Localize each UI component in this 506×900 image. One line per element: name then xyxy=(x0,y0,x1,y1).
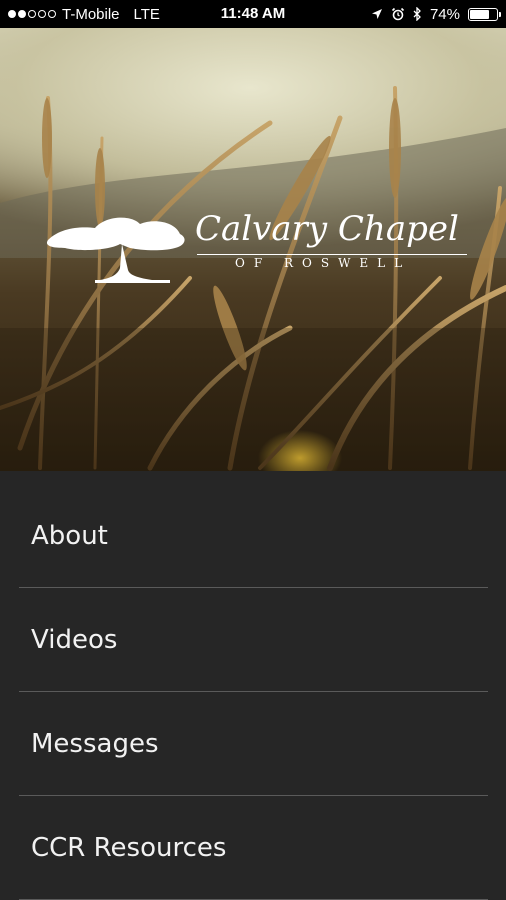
network-type: LTE xyxy=(133,5,160,23)
location-arrow-icon xyxy=(371,9,382,19)
menu-item-videos[interactable]: Videos xyxy=(19,588,488,692)
alarm-clock-icon xyxy=(391,7,405,21)
menu-item-ccr-resources[interactable]: CCR Resources xyxy=(19,796,488,900)
menu-item-label: About xyxy=(31,521,108,551)
hero-banner: Calvary Chapel OF ROSWELL xyxy=(0,28,506,471)
logo-subtitle: OF ROSWELL xyxy=(235,256,412,270)
status-bar: T-Mobile LTE 11:48 AM 74% xyxy=(0,0,506,28)
menu-item-label: Messages xyxy=(31,729,159,759)
battery-percentage: 74% xyxy=(429,5,460,23)
logo-title: Calvary Chapel xyxy=(195,209,459,249)
bluetooth-icon xyxy=(413,7,421,21)
signal-strength-icon xyxy=(8,10,56,18)
menu-item-label: Videos xyxy=(31,625,118,655)
menu-item-messages[interactable]: Messages xyxy=(19,692,488,796)
main-menu: About Videos Messages CCR Resources xyxy=(0,471,506,900)
battery-icon xyxy=(468,7,501,21)
status-bar-left: T-Mobile LTE xyxy=(8,0,160,28)
menu-item-about[interactable]: About xyxy=(19,484,488,588)
carrier-name: T-Mobile xyxy=(62,5,120,23)
church-logo: Calvary Chapel OF ROSWELL xyxy=(40,208,470,292)
menu-item-label: CCR Resources xyxy=(31,833,227,863)
status-bar-right: 74% xyxy=(371,0,501,28)
